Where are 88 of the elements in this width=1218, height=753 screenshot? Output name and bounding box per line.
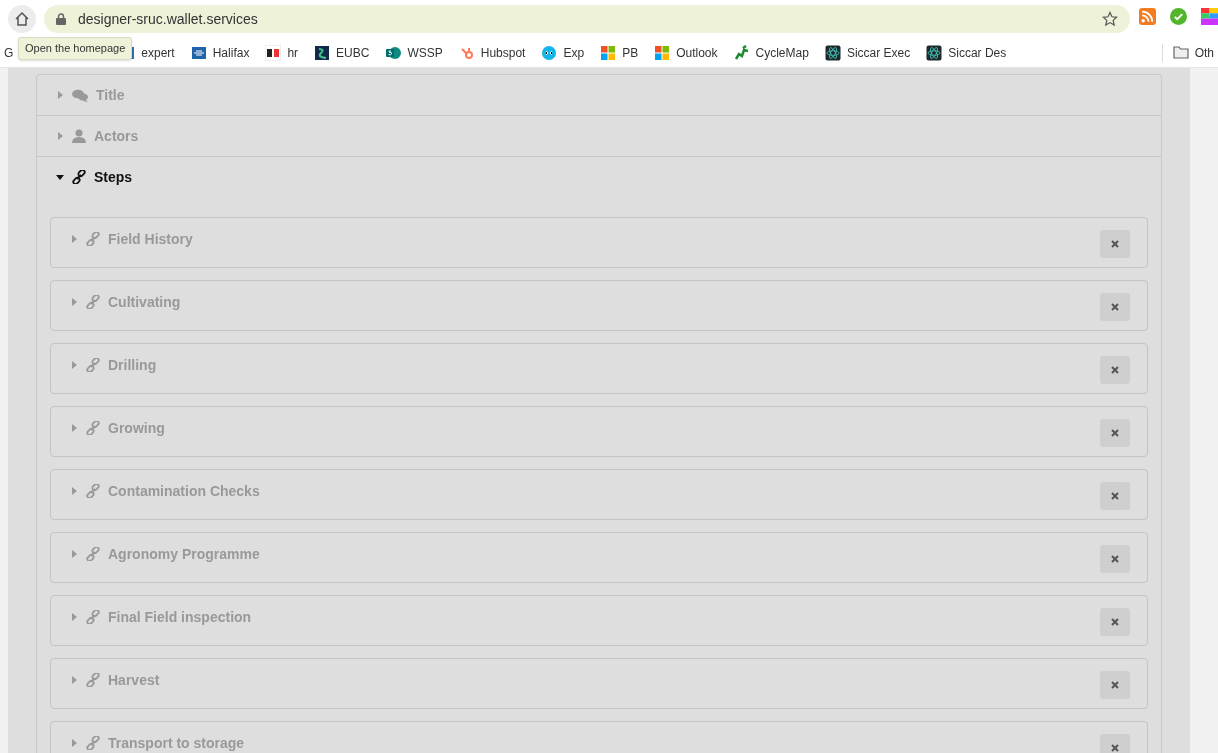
bookmark[interactable]: CycleMap <box>733 43 809 62</box>
bookmark[interactable]: WSSP <box>385 43 443 62</box>
tooltip: Open the homepage <box>18 37 133 60</box>
close-icon <box>1111 366 1119 374</box>
bookmark[interactable]: Halifax <box>190 43 250 62</box>
comments-icon <box>72 88 88 102</box>
delete-button[interactable] <box>1100 293 1130 321</box>
star-icon[interactable] <box>1102 11 1118 27</box>
delete-button[interactable] <box>1100 419 1130 447</box>
close-icon <box>1111 492 1119 500</box>
delete-button[interactable] <box>1100 356 1130 384</box>
bookmark[interactable]: EUBC <box>314 43 370 62</box>
section-title: Actors <box>94 126 139 146</box>
rss-icon[interactable] <box>1139 8 1156 25</box>
bookmark-icon <box>314 44 331 61</box>
caret-icon <box>56 132 64 140</box>
bookmark-icon <box>600 44 617 61</box>
delete-button[interactable] <box>1100 608 1130 636</box>
other-bookmarks[interactable]: Oth <box>1194 43 1214 62</box>
delete-button[interactable] <box>1100 671 1130 699</box>
link-icon <box>86 421 100 435</box>
bookmark-icon <box>926 44 943 61</box>
step-title: Agronomy Programme <box>108 544 260 564</box>
link-icon <box>86 358 100 372</box>
close-icon <box>1111 681 1119 689</box>
step-title: Cultivating <box>108 292 181 312</box>
caret-icon <box>70 298 78 306</box>
bookmark-icon <box>654 44 671 61</box>
bookmark-icon <box>265 44 282 61</box>
bookmark[interactable]: Siccar Exec <box>824 43 911 62</box>
link-icon <box>86 232 100 246</box>
home-icon <box>14 11 30 27</box>
link-icon <box>86 610 100 624</box>
bookmark-icon <box>541 44 558 61</box>
step-title: Harvest <box>108 670 160 690</box>
caret-icon <box>70 613 78 621</box>
link-icon <box>86 547 100 561</box>
section-title: Title <box>96 85 125 105</box>
address-bar[interactable]: designer-sruc.wallet.services <box>44 5 1130 33</box>
link-icon <box>86 295 100 309</box>
caret-icon <box>70 487 78 495</box>
url-text: designer-sruc.wallet.services <box>78 9 258 29</box>
caret-icon <box>70 739 78 747</box>
link-icon <box>86 736 100 750</box>
close-icon <box>1111 744 1119 752</box>
bookmark[interactable]: PB <box>600 43 639 62</box>
step-title: Drilling <box>108 355 157 375</box>
link-icon <box>86 484 100 498</box>
link-icon <box>72 170 86 184</box>
bookmark[interactable]: Hubspot <box>458 43 526 62</box>
step-title: Transport to storage <box>108 733 245 753</box>
bookmark[interactable]: Exp <box>541 43 585 62</box>
caret-icon <box>70 676 78 684</box>
home-button[interactable] <box>8 5 36 33</box>
close-icon <box>1111 429 1119 437</box>
check-icon[interactable] <box>1170 8 1187 25</box>
palette-icon[interactable] <box>1201 8 1218 25</box>
caret-icon <box>56 91 64 99</box>
bookmark-icon <box>824 44 841 61</box>
bookmark[interactable]: Siccar Des <box>926 43 1007 62</box>
close-icon <box>1111 618 1119 626</box>
bookmark[interactable]: G <box>4 43 14 62</box>
caret-icon <box>56 173 64 181</box>
step-title: Field History <box>108 229 193 249</box>
lock-icon <box>56 13 66 25</box>
delete-button[interactable] <box>1100 482 1130 510</box>
folder-icon <box>1172 46 1189 59</box>
bookmark[interactable]: Outlook <box>654 43 718 62</box>
bookmark-icon <box>190 44 207 61</box>
close-icon <box>1111 303 1119 311</box>
section-title: Steps <box>94 167 133 187</box>
step-title: Contamination Checks <box>108 481 260 501</box>
step-title: Final Field inspection <box>108 607 252 627</box>
section-header[interactable]: Steps <box>37 157 1161 197</box>
link-icon <box>86 673 100 687</box>
caret-icon <box>70 361 78 369</box>
delete-button[interactable] <box>1100 230 1130 258</box>
bookmark-icon <box>385 44 402 61</box>
caret-icon <box>70 424 78 432</box>
close-icon <box>1111 240 1119 248</box>
bookmark[interactable]: hr <box>265 43 299 62</box>
close-icon <box>1111 555 1119 563</box>
delete-button[interactable] <box>1100 545 1130 573</box>
caret-icon <box>70 550 78 558</box>
caret-icon <box>70 235 78 243</box>
user-icon <box>72 129 86 143</box>
bookmark-icon <box>733 44 750 61</box>
step-title: Growing <box>108 418 165 438</box>
